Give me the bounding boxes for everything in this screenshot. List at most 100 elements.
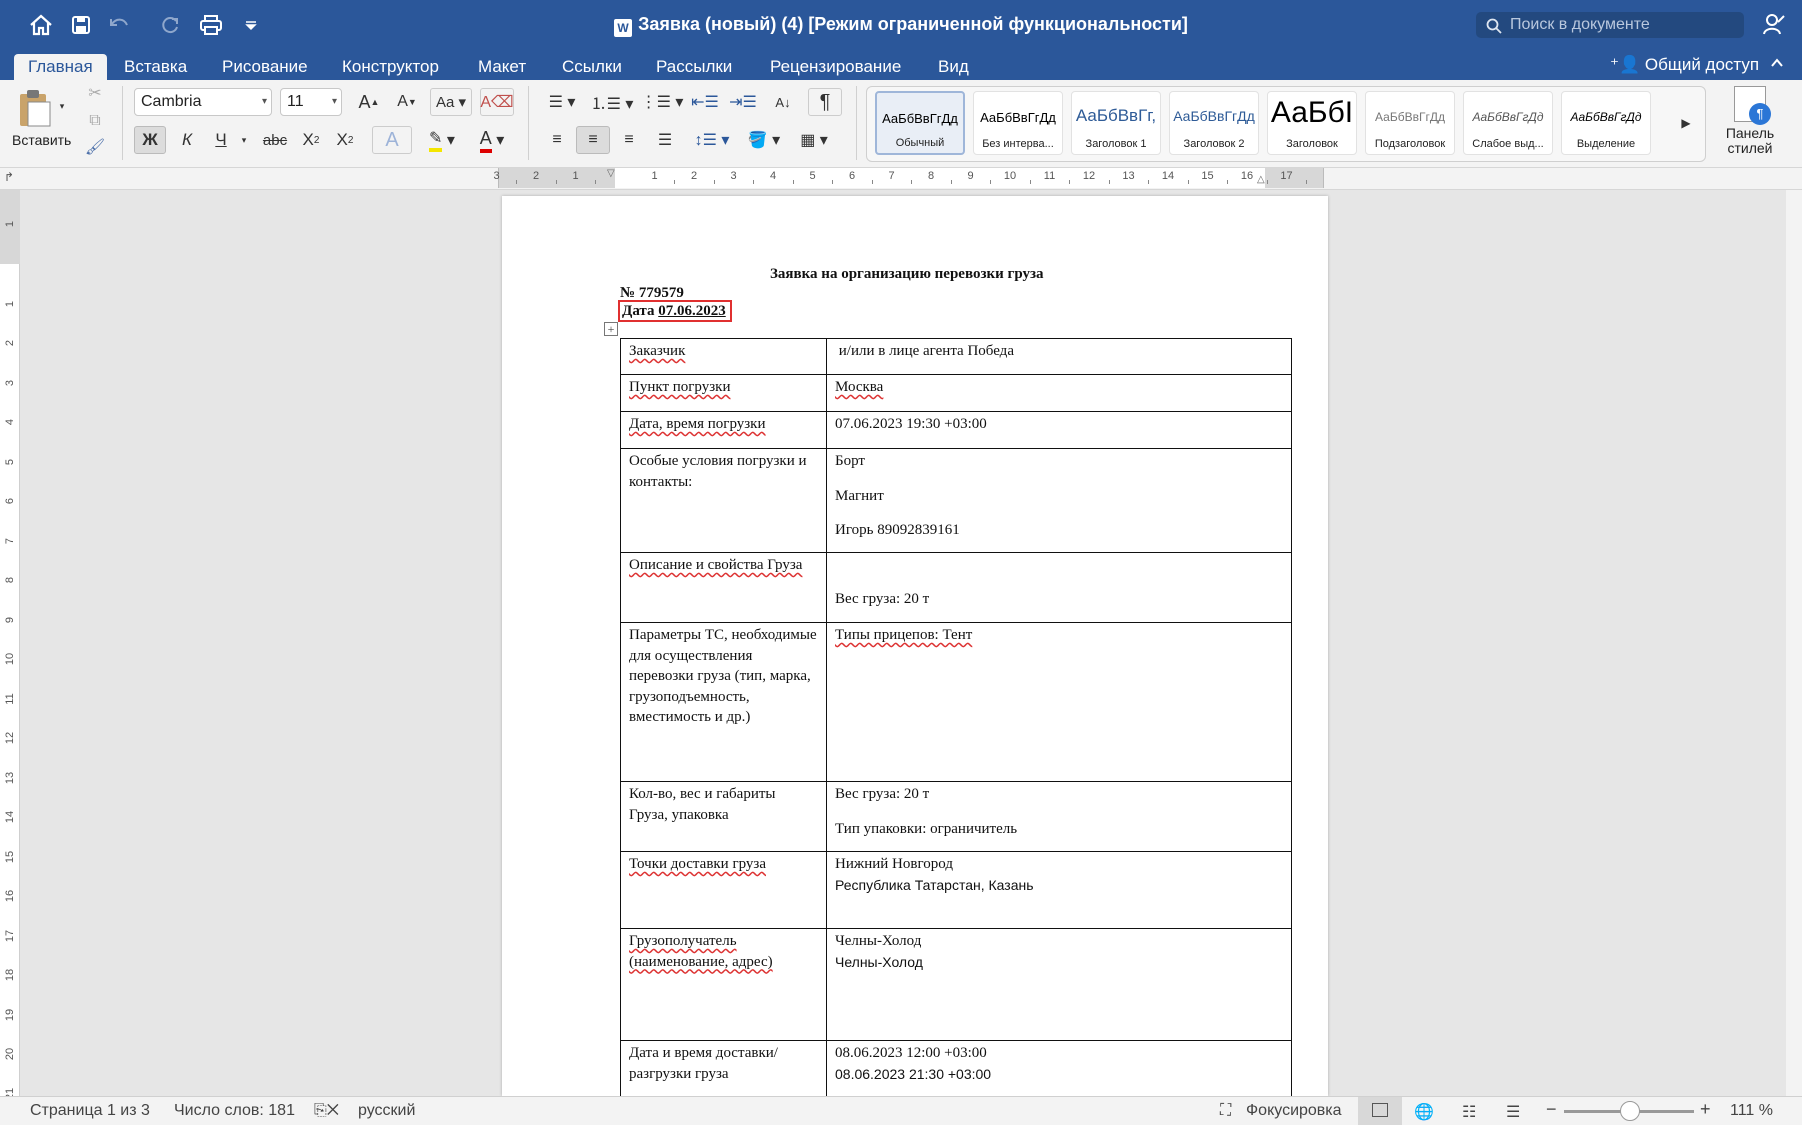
table-cell-value[interactable]: Борт Магнит Игорь 89092839161: [826, 448, 1292, 553]
superscript-icon[interactable]: X2: [330, 126, 360, 154]
table-move-handle-icon[interactable]: +: [604, 322, 618, 336]
italic-button[interactable]: К: [172, 126, 202, 154]
language[interactable]: русский: [358, 1102, 415, 1120]
table-cell-value[interactable]: Типы прицепов: Тент: [826, 622, 1292, 782]
change-case-icon[interactable]: Aa ▾: [430, 88, 472, 116]
zoom-level[interactable]: 111 %: [1730, 1102, 1773, 1120]
font-color-icon[interactable]: A ▾: [470, 126, 514, 154]
view-web-layout-icon[interactable]: 🌐: [1414, 1102, 1434, 1122]
table-cell-label[interactable]: Пункт погрузки: [620, 374, 827, 412]
view-draft-icon[interactable]: ☰: [1506, 1102, 1520, 1122]
underline-button[interactable]: Ч: [206, 126, 236, 154]
zoom-out-icon[interactable]: −: [1546, 1099, 1557, 1120]
bold-button[interactable]: Ж: [134, 126, 166, 154]
numbering-icon[interactable]: ⒈☰ ▾: [590, 88, 634, 116]
search-input[interactable]: Поиск в документе: [1476, 12, 1744, 38]
table-cell-label[interactable]: Точки доставки груза: [620, 851, 827, 929]
style-subtitle[interactable]: АаБбВвГгДд Подзаголовок: [1365, 91, 1455, 155]
highlight-color-icon[interactable]: ✎ ▾: [420, 126, 464, 154]
view-outline-icon[interactable]: ☷: [1462, 1102, 1476, 1122]
page-count[interactable]: Страница 1 из 3: [30, 1102, 150, 1120]
table-cell-label[interactable]: Описание и свойства Груза: [620, 552, 827, 623]
tab-insert[interactable]: Вставка: [110, 54, 201, 80]
shading-icon[interactable]: 🪣 ▾: [742, 126, 786, 154]
table-cell-label[interactable]: Дата и время доставки/разгрузки груза: [620, 1040, 827, 1096]
share-button[interactable]: ⁺👤 Общий доступ: [1610, 53, 1759, 77]
tab-review[interactable]: Рецензирование: [756, 54, 915, 80]
styles-pane-button[interactable]: ¶ Панель стилей: [1718, 86, 1782, 162]
subscript-icon[interactable]: X2: [296, 126, 326, 154]
table-cell-value[interactable]: Нижний Новгород Республика Татарстан, Ка…: [826, 851, 1292, 929]
vertical-scrollbar[interactable]: [1786, 190, 1802, 1096]
focus-mode[interactable]: Фокусировка: [1246, 1102, 1342, 1120]
word-count[interactable]: Число слов: 181: [174, 1102, 295, 1120]
table-cell-value[interactable]: и/или в лице агента Победа: [826, 338, 1292, 375]
grow-font-icon[interactable]: A ▲: [352, 88, 386, 116]
clear-formatting-icon[interactable]: A⌫: [480, 88, 514, 116]
paste-options-caret-icon[interactable]: ▾: [56, 100, 68, 112]
tab-mailings[interactable]: Рассылки: [642, 54, 746, 80]
table-cell-value[interactable]: Москва: [826, 374, 1292, 412]
right-indent-marker-icon[interactable]: △: [1257, 174, 1265, 185]
decrease-indent-icon[interactable]: ⇤☰: [688, 88, 722, 116]
tab-selector-icon[interactable]: ↱: [4, 170, 14, 184]
collapse-ribbon-icon[interactable]: [1770, 56, 1784, 75]
show-formatting-marks-icon[interactable]: ¶: [808, 88, 842, 116]
borders-icon[interactable]: ▦ ▾: [792, 126, 836, 154]
format-painter-icon[interactable]: 🖌: [84, 136, 106, 158]
proofing-icon[interactable]: ⎘✕: [314, 1102, 339, 1120]
table-cell-label[interactable]: Заказчик: [620, 338, 827, 375]
table-cell-value[interactable]: 08.06.2023 12:00 +03:00 08.06.2023 21:30…: [826, 1040, 1292, 1096]
font-size-dropdown[interactable]: 11 ▾: [280, 88, 342, 116]
align-center-icon[interactable]: ≡: [576, 126, 610, 154]
profile-icon[interactable]: [1762, 12, 1786, 41]
bullets-icon[interactable]: ☰ ▾: [540, 88, 584, 116]
zoom-slider-handle[interactable]: [1620, 1101, 1640, 1121]
shrink-font-icon[interactable]: A ▼: [390, 88, 424, 116]
tab-home[interactable]: Главная: [14, 54, 107, 80]
line-spacing-icon[interactable]: ↕☰ ▾: [690, 126, 734, 154]
table-cell-label[interactable]: Дата, время погрузки: [620, 411, 827, 449]
style-title[interactable]: АаБбІ Заголовок: [1267, 91, 1357, 155]
sort-icon[interactable]: A↓: [766, 88, 800, 116]
cut-icon[interactable]: ✂: [84, 82, 106, 104]
tab-view[interactable]: Вид: [924, 54, 983, 80]
strikethrough-button[interactable]: abc: [258, 126, 292, 154]
zoom-in-icon[interactable]: +: [1700, 1099, 1711, 1120]
style-heading-1[interactable]: АаБбВвГг, Заголовок 1: [1071, 91, 1161, 155]
justify-icon[interactable]: ☰: [648, 126, 682, 154]
table-cell-value[interactable]: Вес груза: 20 т: [826, 552, 1292, 623]
view-print-layout-icon[interactable]: [1358, 1097, 1402, 1125]
table-cell-label[interactable]: Кол-во, вес и габариты Груза, упаковка: [620, 781, 827, 852]
tab-references[interactable]: Ссылки: [548, 54, 636, 80]
paste-icon[interactable]: [14, 86, 56, 130]
text-effects-icon[interactable]: A: [372, 126, 412, 154]
ruler-track[interactable]: 3 2 1 1 2 3 4 5 6 7 8 9 10 11 12 13 14 15 16 17 ▽ △: [493, 168, 1324, 188]
increase-indent-icon[interactable]: ⇥☰: [726, 88, 760, 116]
vruler-number: 8: [4, 576, 16, 584]
table-cell-label[interactable]: Грузополучатель (наименование, адрес): [620, 928, 827, 1041]
underline-options-caret-icon[interactable]: ▾: [238, 126, 250, 154]
multilevel-list-icon[interactable]: ⋮☰ ▾: [640, 88, 684, 116]
styles-more-icon[interactable]: ▶: [1675, 109, 1697, 137]
table-cell-value[interactable]: Челны-Холод Челны-Холод: [826, 928, 1292, 1041]
first-line-indent-marker-icon[interactable]: ▽: [607, 168, 615, 179]
font-name-dropdown[interactable]: Cambria ▾: [134, 88, 272, 116]
style-no-spacing[interactable]: АаБбВвГгДд Без интерва...: [973, 91, 1063, 155]
tab-design[interactable]: Конструктор: [328, 54, 453, 80]
table-cell-value[interactable]: 07.06.2023 19:30 +03:00: [826, 411, 1292, 449]
table-cell-label[interactable]: Параметры ТС, необходимые для осуществле…: [620, 622, 827, 782]
document-page[interactable]: Заявка на организацию перевозки груза № …: [502, 196, 1328, 1096]
align-right-icon[interactable]: ≡: [612, 126, 646, 154]
style-subtle-emphasis[interactable]: АаБбВвГгДд Слабое выд...: [1463, 91, 1553, 155]
tab-draw[interactable]: Рисование: [208, 54, 322, 80]
table-cell-value[interactable]: Вес груза: 20 т Тип упаковки: ограничите…: [826, 781, 1292, 852]
copy-icon[interactable]: ⧉: [84, 110, 106, 132]
table-cell-label[interactable]: Особые условия погрузки и контакты:: [620, 448, 827, 553]
style-emphasis[interactable]: АаБбВвГгДд Выделение: [1561, 91, 1651, 155]
align-left-icon[interactable]: ≡: [540, 126, 574, 154]
style-normal[interactable]: АаБбВвГгДд Обычный: [875, 91, 965, 155]
tab-layout[interactable]: Макет: [464, 54, 540, 80]
focus-icon[interactable]: ⛶: [1220, 1102, 1231, 1120]
style-heading-2[interactable]: АаБбВвГгДд Заголовок 2: [1169, 91, 1259, 155]
